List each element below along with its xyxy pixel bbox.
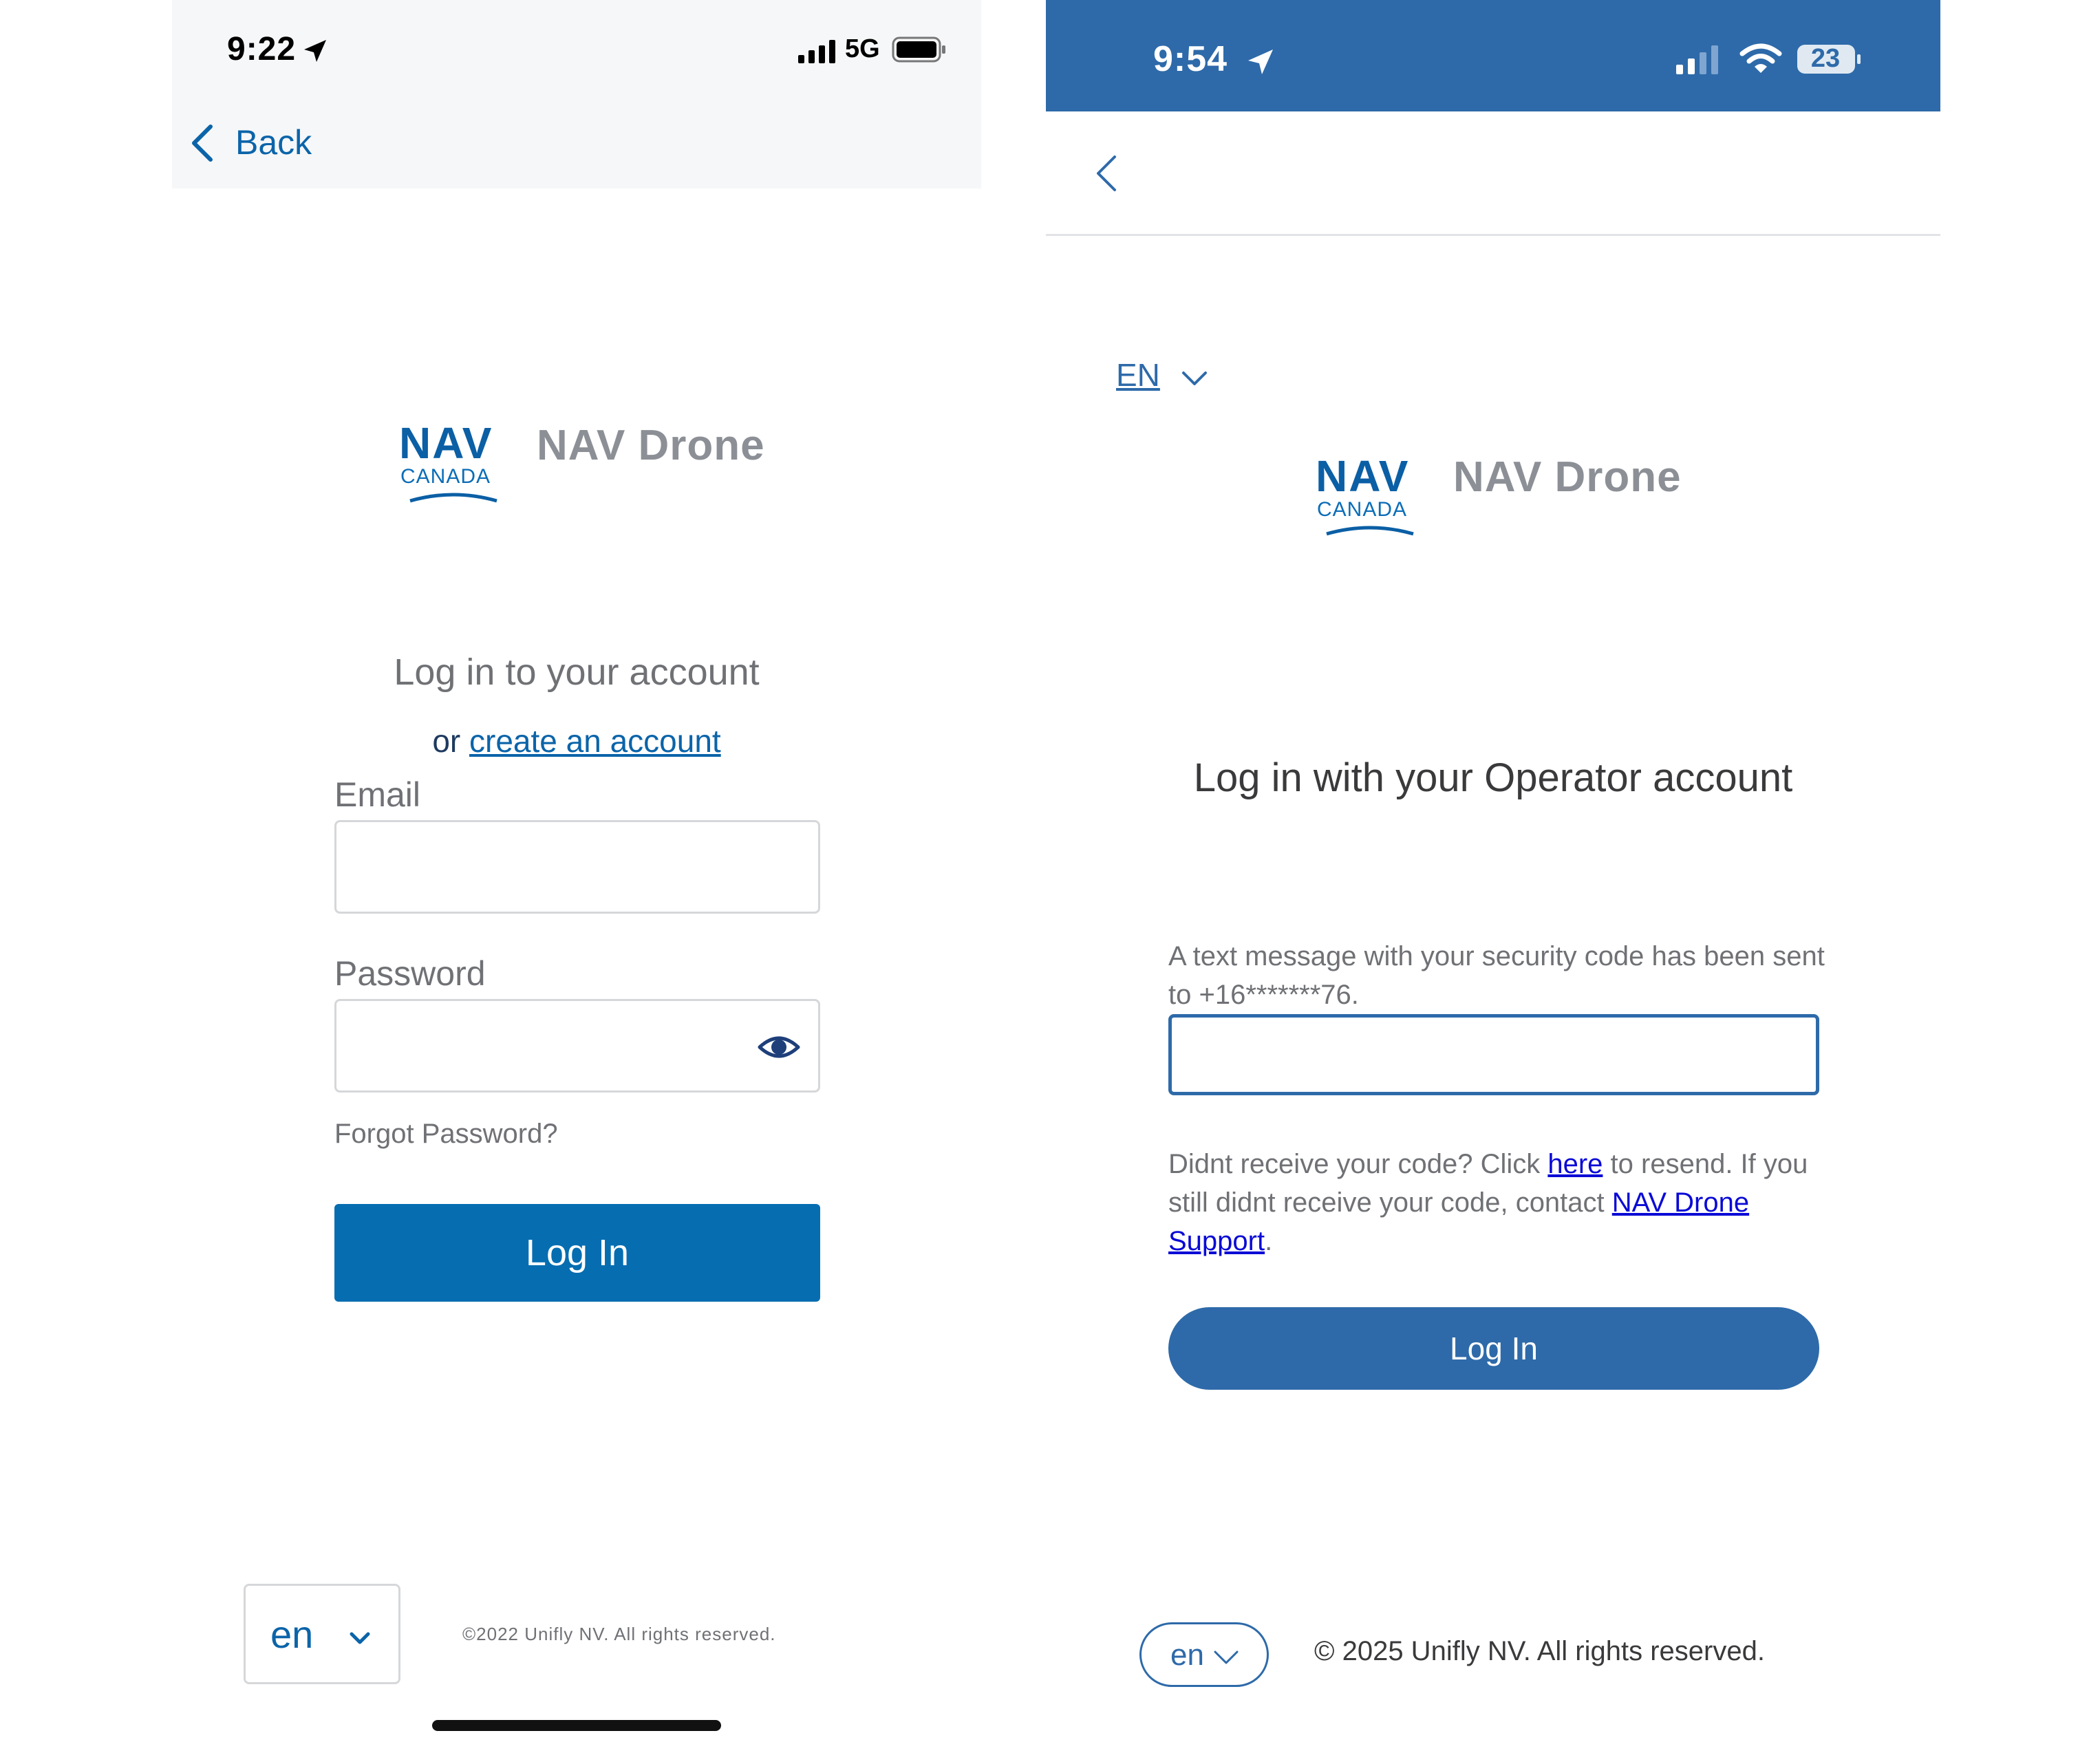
show-password-eye-icon[interactable] [757, 1028, 801, 1066]
logo-canada-text: CANADA [400, 465, 491, 488]
password-label: Password [334, 954, 486, 993]
language-selector[interactable]: en [1139, 1622, 1269, 1687]
resend-here-link[interactable]: here [1547, 1149, 1603, 1179]
app-brand-name: NAV Drone [537, 422, 765, 469]
email-label: Email [334, 775, 421, 814]
login-button[interactable]: Log In [334, 1204, 820, 1302]
cellular-signal-icon [1676, 45, 1718, 74]
nav-canada-logo: NAV CANADA [399, 421, 509, 504]
battery-icon [892, 36, 945, 63]
cellular-signal-icon [798, 40, 835, 63]
right-screen: 9:54 23 EN NAV CANADA NAV Drone Log in w… [1046, 0, 1940, 1742]
language-value: en [270, 1613, 314, 1656]
back-chevron-icon[interactable] [189, 122, 216, 164]
location-arrow-icon [1248, 50, 1273, 74]
status-time: 9:22 [227, 31, 297, 67]
left-top-bar: 9:22 5G Back [172, 0, 981, 189]
left-screen: 9:22 5G Back NAV CANADA NAV Drone Log in… [172, 0, 981, 1742]
resend-instructions: Didnt receive your code? Click here to r… [1168, 1145, 1829, 1260]
home-indicator [432, 1720, 721, 1731]
language-dropdown-top[interactable]: EN [1116, 356, 1160, 394]
logo-nav-text: NAV [1316, 451, 1410, 501]
resend-prefix: Didnt receive your code? Click [1168, 1149, 1548, 1179]
copyright-text: © 2025 Unifly NV. All rights reserved. [1314, 1636, 1765, 1666]
language-selector[interactable]: en [244, 1584, 400, 1684]
resend-suffix: . [1265, 1226, 1273, 1256]
chevron-down-icon [1214, 1650, 1239, 1664]
back-chevron-icon[interactable] [1094, 153, 1119, 194]
forgot-password-link[interactable]: Forgot Password? [334, 1119, 558, 1150]
network-type: 5G [845, 34, 880, 63]
copyright-text: ©2022 Unifly NV. All rights reserved. [462, 1624, 776, 1644]
battery-level: 23 [1810, 44, 1841, 73]
login-button[interactable]: Log In [1168, 1307, 1819, 1390]
nav-canada-logo: NAV CANADA [1316, 454, 1426, 537]
status-time: 9:54 [1153, 39, 1228, 79]
location-arrow-icon [304, 40, 326, 62]
security-code-input[interactable] [1168, 1014, 1819, 1095]
security-code-message: A text message with your security code h… [1168, 941, 1825, 1010]
logo-arc-icon [1326, 526, 1414, 536]
logo-canada-text: CANADA [1317, 498, 1408, 521]
language-value: en [1170, 1638, 1204, 1672]
create-account-link[interactable]: create an account [469, 723, 721, 759]
wifi-icon [1739, 43, 1782, 73]
email-input[interactable] [334, 820, 820, 914]
password-input[interactable] [334, 999, 820, 1093]
chevron-down-icon[interactable] [1181, 370, 1208, 388]
chevron-down-icon [350, 1632, 370, 1644]
create-account-line: or create an account [172, 722, 981, 760]
logo-arc-icon [409, 493, 497, 503]
logo-nav-text: NAV [399, 418, 493, 468]
header-divider [1046, 234, 1940, 236]
page-title: Log in with your Operator account [1193, 755, 1793, 800]
or-text: or [432, 723, 461, 759]
back-button[interactable]: Back [235, 122, 312, 162]
right-status-bar: 9:54 23 [1046, 0, 1940, 111]
page-title: Log in to your account [394, 652, 760, 693]
app-brand-name: NAV Drone [1453, 453, 1682, 501]
